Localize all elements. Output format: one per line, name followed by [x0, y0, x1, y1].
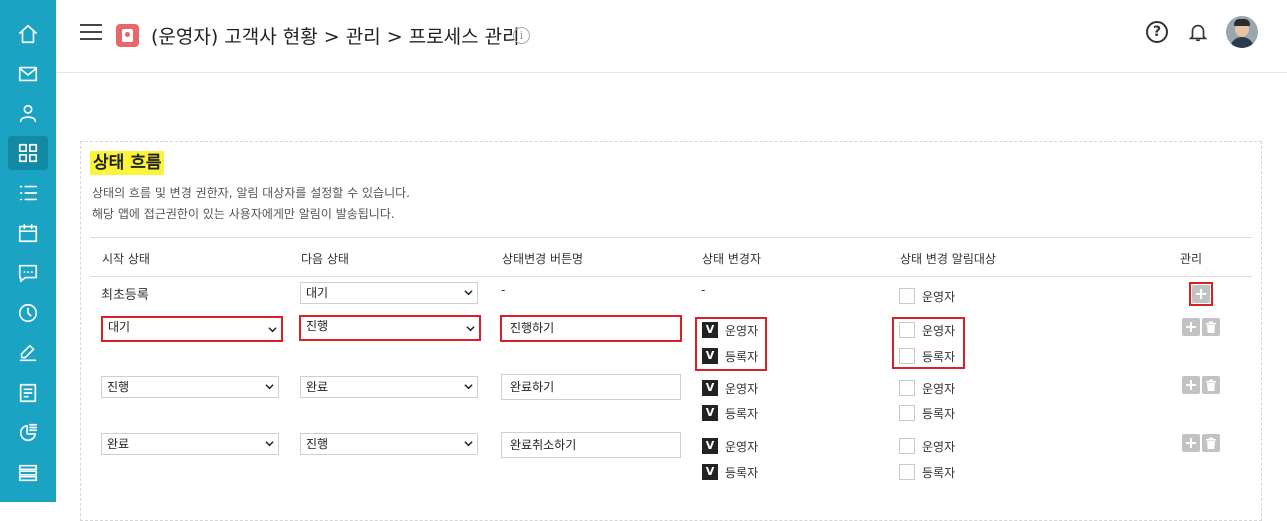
changer-empty: - — [701, 283, 706, 297]
notify-registrant-label: 등록자 — [922, 407, 956, 421]
notify-operator-checkbox[interactable] — [899, 380, 915, 396]
column-button-name: 상태변경 버튼명 — [502, 252, 584, 266]
chevron-down-icon — [464, 384, 473, 390]
trash-icon — [1206, 437, 1216, 449]
select-value: 진행 — [306, 437, 329, 451]
notify-registrant-checkbox[interactable] — [899, 348, 915, 364]
changer-operator-checkbox[interactable]: V — [702, 438, 718, 454]
stack-icon[interactable] — [8, 456, 48, 490]
column-manage: 관리 — [1180, 252, 1203, 266]
notify-operator-checkbox[interactable] — [899, 322, 915, 338]
page-title: (운영자) 고객사 현황 > 관리 > 프로세스 관리 — [151, 26, 520, 48]
notify-registrant-label: 등록자 — [922, 466, 956, 480]
chevron-down-icon — [265, 384, 274, 390]
start-status-text: 최초등록 — [101, 288, 149, 303]
changer-operator-label: 운영자 — [725, 382, 759, 396]
avatar[interactable] — [1226, 16, 1258, 48]
document-icon[interactable] — [8, 376, 48, 410]
help-icon[interactable]: ? — [1146, 21, 1168, 43]
section-description-2: 해당 앱에 접근권한이 있는 사용자에게만 알림이 발송됩니다. — [92, 207, 395, 221]
mail-icon[interactable] — [8, 57, 48, 91]
button-name-input[interactable]: 완료취소하기 — [501, 432, 681, 458]
app-icon — [116, 24, 139, 47]
notify-registrant-label: 등록자 — [922, 350, 956, 364]
changer-registrant-label: 등록자 — [725, 350, 759, 364]
notify-operator-checkbox[interactable] — [899, 288, 915, 304]
select-value: 진행 — [306, 319, 329, 333]
notify-operator-checkbox[interactable] — [899, 438, 915, 454]
home-icon[interactable] — [8, 17, 48, 51]
changer-operator-checkbox[interactable]: V — [702, 322, 718, 338]
status-flow-panel: 상태 흐름 상태의 흐름 및 변경 권한자, 알림 대상자를 설정할 수 있습니… — [80, 141, 1262, 521]
next-status-select[interactable]: 대기 — [300, 282, 478, 304]
add-row-button[interactable] — [1182, 376, 1200, 394]
notify-operator-label: 운영자 — [922, 440, 956, 454]
chevron-down-icon — [466, 326, 475, 332]
select-value: 대기 — [306, 286, 329, 300]
button-name-empty: - — [501, 283, 506, 297]
column-next-status: 다음 상태 — [301, 252, 349, 266]
info-icon[interactable]: i — [513, 27, 530, 44]
sidebar — [0, 0, 56, 502]
delete-row-button[interactable] — [1202, 318, 1220, 336]
changer-registrant-label: 등록자 — [725, 466, 759, 480]
list-icon[interactable] — [8, 176, 48, 210]
changer-operator-checkbox[interactable]: V — [702, 380, 718, 396]
start-status-select[interactable]: 대기 — [101, 316, 283, 342]
notify-registrant-checkbox[interactable] — [899, 405, 915, 421]
table-header: 시작 상태 다음 상태 상태변경 버튼명 상태 변경자 상태 변경 알림대상 관… — [90, 237, 1252, 277]
notify-operator-label: 운영자 — [922, 382, 956, 396]
changer-registrant-label: 등록자 — [725, 407, 759, 421]
button-name-input[interactable]: 진행하기 — [500, 315, 682, 342]
add-row-button[interactable] — [1182, 434, 1200, 452]
notify-registrant-checkbox[interactable] — [899, 464, 915, 480]
delete-row-button[interactable] — [1202, 376, 1220, 394]
column-start-status: 시작 상태 — [102, 252, 150, 266]
chevron-down-icon — [464, 441, 473, 447]
start-status-select[interactable]: 진행 — [101, 376, 279, 398]
start-status-select[interactable]: 완료 — [101, 433, 279, 455]
column-notify-target: 상태 변경 알림대상 — [900, 252, 996, 266]
select-value: 진행 — [107, 380, 130, 394]
chevron-down-icon — [464, 290, 473, 296]
top-bar: (운영자) 고객사 현황 > 관리 > 프로세스 관리 i ? — [56, 0, 1287, 73]
chat-icon[interactable] — [8, 256, 48, 290]
select-value: 대기 — [108, 320, 131, 334]
delete-row-button[interactable] — [1202, 434, 1220, 452]
edit-icon[interactable] — [8, 336, 48, 370]
add-row-button[interactable] — [1182, 318, 1200, 336]
chevron-down-icon — [265, 441, 274, 447]
changer-registrant-checkbox[interactable]: V — [702, 348, 718, 364]
grid-icon[interactable] — [8, 136, 48, 170]
select-value: 완료 — [306, 380, 329, 394]
clock-icon[interactable] — [8, 296, 48, 330]
next-status-select[interactable]: 진행 — [299, 315, 481, 341]
select-value: 완료 — [107, 437, 130, 451]
trash-icon — [1206, 379, 1216, 391]
section-title: 상태 흐름 — [90, 151, 165, 175]
changer-operator-label: 운영자 — [725, 440, 759, 454]
next-status-select[interactable]: 완료 — [300, 376, 478, 398]
hamburger-menu-icon[interactable] — [80, 24, 102, 42]
changer-registrant-checkbox[interactable]: V — [702, 405, 718, 421]
calendar-icon[interactable] — [8, 216, 48, 250]
chevron-down-icon — [268, 327, 277, 333]
chart-icon[interactable] — [8, 416, 48, 450]
section-description-1: 상태의 흐름 및 변경 권한자, 알림 대상자를 설정할 수 있습니다. — [92, 186, 410, 200]
changer-registrant-checkbox[interactable]: V — [702, 464, 718, 480]
notify-operator-label: 운영자 — [922, 290, 956, 304]
trash-icon — [1206, 321, 1216, 333]
notify-operator-label: 운영자 — [922, 324, 956, 338]
changer-operator-label: 운영자 — [725, 324, 759, 338]
column-status-changer: 상태 변경자 — [702, 252, 762, 266]
button-name-input[interactable]: 완료하기 — [501, 374, 681, 400]
next-status-select[interactable]: 진행 — [300, 433, 478, 455]
user-icon[interactable] — [8, 96, 48, 130]
add-button-highlight — [1189, 282, 1213, 306]
bell-icon[interactable] — [1187, 20, 1209, 44]
